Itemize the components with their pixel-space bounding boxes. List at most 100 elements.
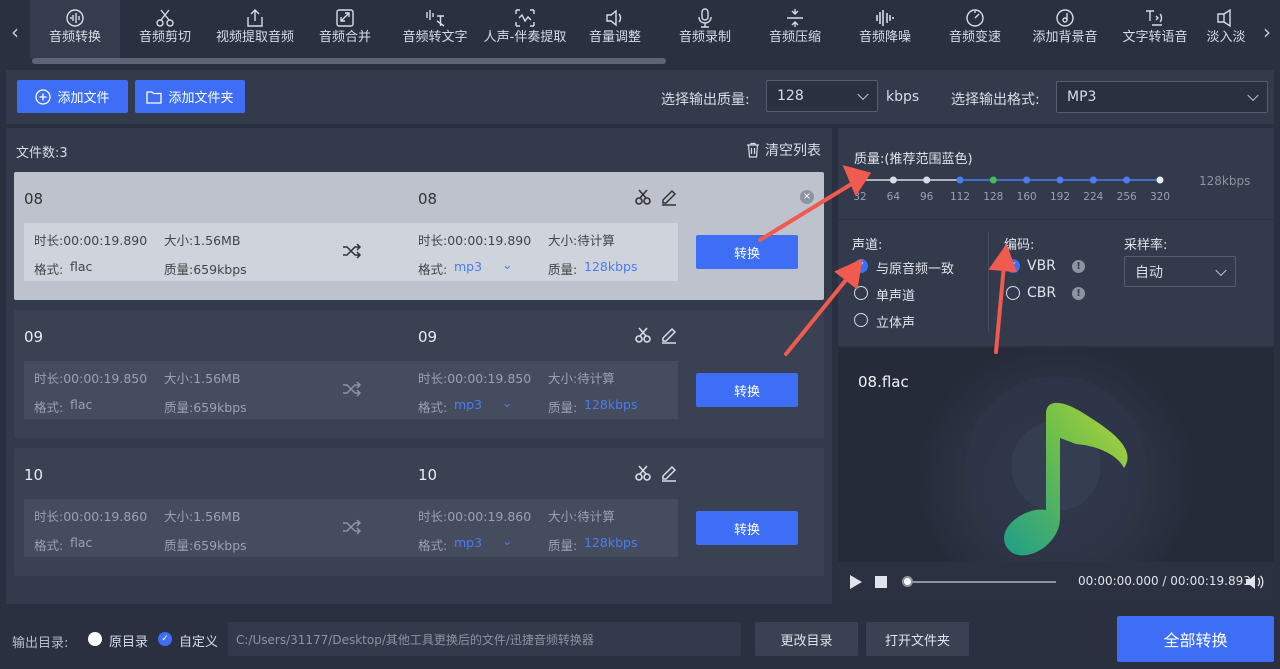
file-card[interactable]: 10 10 时长:00:00:19.860 大小:1.56MB 格式: flac 质量:65… <box>14 448 824 576</box>
output-quality: 128kbps <box>584 535 638 550</box>
output-format-label: 格式: <box>418 262 448 277</box>
tab-export[interactable]: 视频提取音频 <box>210 0 300 58</box>
quality-tick-dot[interactable] <box>989 176 997 184</box>
tab-label: 人声-伴奏提取 <box>483 30 567 45</box>
tab-music-disc[interactable]: 添加背景音 <box>1020 0 1110 58</box>
channel-radio[interactable] <box>854 313 868 327</box>
volume-icon <box>606 9 622 27</box>
tab-vocal-extract[interactable]: 人声-伴奏提取 <box>480 0 570 58</box>
tab-label: 音频转换 <box>48 30 101 45</box>
source-size: 大小:1.56MB <box>164 233 241 248</box>
quality-tick-label: 192 <box>1050 191 1070 203</box>
format-select[interactable]: MP3 <box>1056 81 1268 113</box>
convert-all-button[interactable]: 全部转换 <box>1117 616 1274 662</box>
quality-select-value: 128 <box>777 88 804 104</box>
convert-button[interactable]: 转换 <box>696 373 798 407</box>
quality-select[interactable]: 128 <box>766 80 878 112</box>
tab-scissors[interactable]: 音频剪切 <box>120 0 210 58</box>
quality-select-label: 选择输出质量: <box>661 92 750 108</box>
original-dir-radio[interactable] <box>88 632 102 646</box>
tab-label: 音频变速 <box>948 30 1001 45</box>
microphone-icon <box>698 8 712 28</box>
output-duration: 时长:00:00:19.850 <box>418 371 532 386</box>
player-controls: 00:00:00.000 / 00:00:19.893 <box>838 562 1274 602</box>
quality-tick-dot[interactable] <box>1089 176 1097 184</box>
info-icon[interactable]: ! <box>1072 260 1085 273</box>
tab-fade[interactable]: 淡入淡 <box>1200 0 1252 58</box>
bottom-bar: 输出目录: 原目录 ✓ 自定义 C:/Users/31177/Desktop/其… <box>0 606 1280 669</box>
tab-audio-convert[interactable]: 音频转换 <box>30 0 120 58</box>
add-folder-button[interactable]: 添加文件夹 <box>135 80 245 113</box>
denoise-icon <box>876 10 894 26</box>
encoding-radio[interactable]: ✓ <box>1006 259 1020 273</box>
file-card[interactable]: 08 08 × 时长:00:00:19.890 大小:1.56MB 格式: flac 质量:6… <box>14 172 824 300</box>
quality-tick-dot[interactable] <box>956 176 964 184</box>
stop-icon[interactable] <box>875 576 887 588</box>
output-path-field[interactable]: C:/Users/31177/Desktop/其他工具更换后的文件/迅捷音频转换… <box>228 622 741 656</box>
play-icon[interactable] <box>849 575 863 589</box>
quality-tick-dot[interactable] <box>923 176 931 184</box>
chevron-down-icon[interactable]: ⌄ <box>502 533 512 548</box>
output-size: 大小:待计算 <box>548 233 615 248</box>
output-size: 大小:待计算 <box>548 371 615 386</box>
quality-tick-dot[interactable] <box>856 176 864 184</box>
quality-tick-label: 256 <box>1117 191 1137 203</box>
tab-denoise[interactable]: 音频降噪 <box>840 0 930 58</box>
convert-button[interactable]: 转换 <box>696 235 798 269</box>
quality-tick-dot[interactable] <box>889 176 897 184</box>
output-format-select[interactable]: mp3 <box>454 259 482 274</box>
encoding-option-label: VBR <box>1027 258 1056 274</box>
chevron-down-icon <box>1215 264 1227 276</box>
tab-text-to-speech[interactable]: 文字转语音 <box>1110 0 1200 58</box>
open-folder-button[interactable]: 打开文件夹 <box>866 622 969 656</box>
quality-tick-dot[interactable] <box>1123 176 1131 184</box>
file-card[interactable]: 09 09 时长:00:00:19.850 大小:1.56MB 格式: flac 质量:65… <box>14 310 824 438</box>
chevron-down-icon[interactable]: ⌄ <box>502 257 512 272</box>
scissors-icon[interactable] <box>634 464 652 482</box>
custom-dir-radio[interactable]: ✓ <box>158 632 172 646</box>
quality-tick-dot[interactable] <box>1023 176 1031 184</box>
scissors-icon[interactable] <box>634 326 652 344</box>
samplerate-select[interactable]: 自动 <box>1124 256 1236 287</box>
change-dir-button[interactable]: 更改目录 <box>755 622 858 656</box>
output-format-select[interactable]: mp3 <box>454 535 482 550</box>
quality-tick-dot[interactable] <box>1056 176 1064 184</box>
quality-tick-label: 32 <box>853 191 866 203</box>
tab-audio-to-text[interactable]: 音频转文字 <box>390 0 480 58</box>
file-info-box: 时长:00:00:19.890 大小:1.56MB 格式: flac 质量:659kbp… <box>24 223 678 281</box>
output-format-select[interactable]: mp3 <box>454 397 482 412</box>
progress-thumb[interactable] <box>902 576 913 587</box>
tab-volume[interactable]: 音量调整 <box>570 0 660 58</box>
channel-radio[interactable]: ✓ <box>854 259 868 273</box>
quality-unit: kbps <box>886 89 920 105</box>
output-quality: 128kbps <box>584 259 638 274</box>
chevron-down-icon <box>1247 89 1259 102</box>
export-icon <box>247 9 263 27</box>
convert-button[interactable]: 转换 <box>696 511 798 545</box>
tab-microphone[interactable]: 音频录制 <box>660 0 750 58</box>
edit-icon[interactable] <box>660 188 678 206</box>
tab-merge[interactable]: 音频合并 <box>300 0 390 58</box>
nav-scrollbar[interactable] <box>32 58 666 64</box>
remove-file-icon[interactable]: × <box>800 190 814 204</box>
quality-tick-dot[interactable] <box>1156 176 1164 184</box>
divider <box>988 232 989 332</box>
add-file-button[interactable]: 添加文件 <box>17 80 128 113</box>
encoding-radio[interactable] <box>1006 286 1020 300</box>
volume-icon[interactable] <box>1245 574 1265 590</box>
clear-list-button[interactable]: 清空列表 <box>746 140 821 160</box>
chevron-down-icon[interactable]: ⌄ <box>502 395 512 410</box>
edit-icon[interactable] <box>660 464 678 482</box>
channel-radio[interactable] <box>854 286 868 300</box>
info-icon[interactable]: ! <box>1072 287 1085 300</box>
tab-speed[interactable]: 音频变速 <box>930 0 1020 58</box>
nav-right-arrow-icon[interactable]: › <box>1252 20 1280 44</box>
nav-left-arrow-icon[interactable]: ‹ <box>0 20 30 44</box>
edit-icon[interactable] <box>660 326 678 344</box>
tab-compress[interactable]: 音频压缩 <box>750 0 840 58</box>
scissors-icon[interactable] <box>634 188 652 206</box>
quality-slider[interactable]: 32 64 96 112 128 160 192 224 256 320 <box>848 172 1178 206</box>
progress-track[interactable] <box>906 581 1056 583</box>
folder-icon <box>146 90 163 104</box>
speed-icon <box>966 9 984 27</box>
